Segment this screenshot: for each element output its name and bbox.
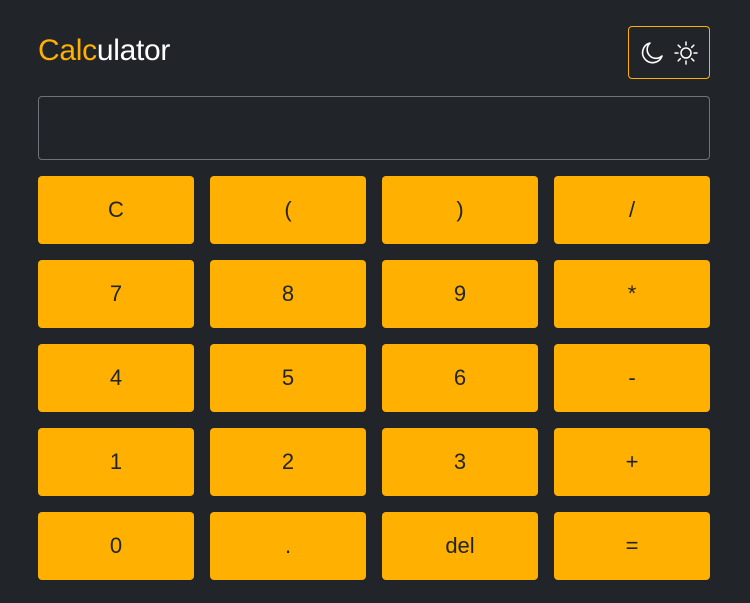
multiply-button[interactable]: * [554,260,710,328]
delete-button[interactable]: del [382,512,538,580]
moon-icon [639,40,665,66]
theme-toggle-button[interactable] [628,26,710,79]
calculator-app: Calculator C () / 7 8 9 * 4 5 6 - 1 2 3… [0,0,750,603]
digit-4-button[interactable]: 4 [38,344,194,412]
digit-3-button[interactable]: 3 [382,428,538,496]
open-paren-button[interactable]: ( [210,176,366,244]
digit-6-button[interactable]: 6 [382,344,538,412]
page-title: Calculator [38,34,170,68]
clear-button[interactable]: C [38,176,194,244]
digit-9-button[interactable]: 9 [382,260,538,328]
digit-5-button[interactable]: 5 [210,344,366,412]
digit-7-button[interactable]: 7 [38,260,194,328]
add-button[interactable]: + [554,428,710,496]
title-rest: ulator [96,34,171,67]
header: Calculator [38,26,710,80]
digit-1-button[interactable]: 1 [38,428,194,496]
equals-button[interactable]: = [554,512,710,580]
close-paren-button[interactable]: ) [382,176,538,244]
decimal-button[interactable]: . [210,512,366,580]
divide-button[interactable]: / [554,176,710,244]
digit-8-button[interactable]: 8 [210,260,366,328]
subtract-button[interactable]: - [554,344,710,412]
title-accent: Calc [38,34,97,67]
sun-icon [673,40,699,66]
keypad: C()/ 7 8 9 * 4 5 6- 1 2 3 +0. del = [38,176,710,580]
digit-2-button[interactable]: 2 [210,428,366,496]
display-input[interactable] [38,96,710,160]
digit-0-button[interactable]: 0 [38,512,194,580]
